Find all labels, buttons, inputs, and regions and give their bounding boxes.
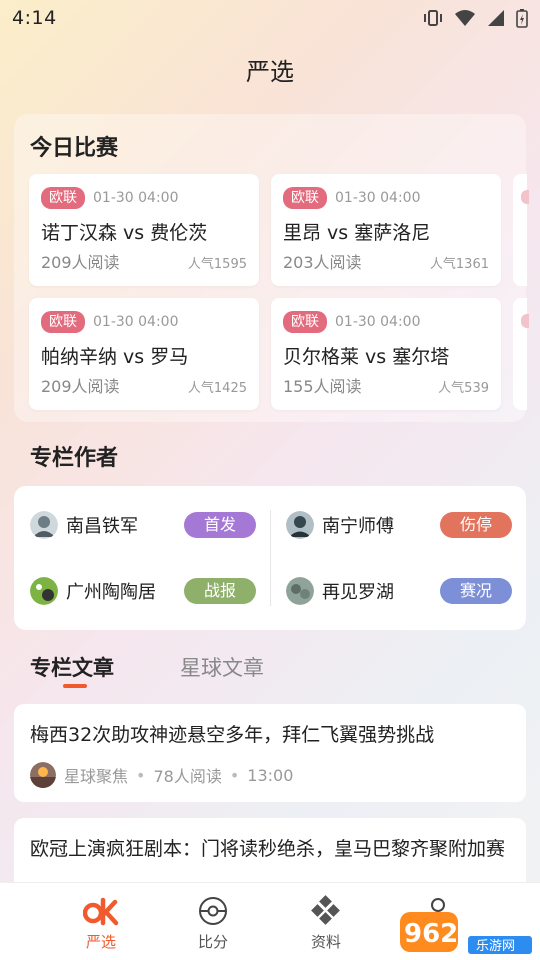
author-tag: 首发 xyxy=(184,512,256,538)
vibrate-icon xyxy=(424,10,442,26)
author-name: 广州陶陶居 xyxy=(66,582,156,603)
match-meta: 欧联 01-30 04:00 xyxy=(283,310,489,334)
match-popularity: 人气539 xyxy=(438,381,489,396)
watermark-logo: 962.NET 乐游网 xyxy=(400,912,532,954)
nav-label: 比分 xyxy=(197,933,228,951)
author-item[interactable]: 南宁师傅 伤停 xyxy=(286,511,512,539)
diamond-grid-icon xyxy=(281,895,371,927)
tab-active-indicator xyxy=(63,684,87,688)
avatar xyxy=(286,577,314,605)
match-footer: 209人阅读 人气1595 xyxy=(41,249,247,273)
article-time: 13:00 xyxy=(247,765,294,785)
author-name: 再见罗湖 xyxy=(322,582,394,603)
match-card[interactable]: 欧联 01-30 04:00 里昂 vs 塞萨洛尼 203人阅读 人气1361 xyxy=(271,174,501,286)
ok-logo-icon xyxy=(56,895,146,927)
article-meta: 星球聚焦 • 78人阅读 • 13:00 xyxy=(30,762,510,788)
match-footer: 203人阅读 人气1361 xyxy=(283,249,489,273)
nav-item-data[interactable]: 资料 xyxy=(281,895,371,952)
match-card[interactable]: 欧联 01-30 04:00 诺丁汉森 vs 费伦茨 209人阅读 人气1595 xyxy=(29,174,259,286)
author-item[interactable]: 广州陶陶居 战报 xyxy=(30,577,256,605)
match-time: 01-30 04:00 xyxy=(93,190,179,206)
article-author-avatar xyxy=(30,762,56,788)
wifi-icon xyxy=(455,10,475,26)
meta-separator: • xyxy=(229,765,240,785)
match-meta: 欧联 01-30 04:00 xyxy=(283,186,489,210)
nav-item-yanxuan[interactable]: 严选 xyxy=(56,895,146,952)
match-card-peek[interactable] xyxy=(513,174,529,286)
author-name: 南昌铁军 xyxy=(66,516,138,537)
status-time: 4:14 xyxy=(12,7,57,29)
page-title: 严选 xyxy=(246,58,294,86)
match-meta: 欧联 01-30 04:00 xyxy=(41,186,247,210)
match-footer: 155人阅读 人气539 xyxy=(283,373,489,397)
ball-icon xyxy=(168,895,258,927)
authors-panel: 南昌铁军 首发 南宁师傅 伤停 广州陶陶居 战报 再见罗湖 赛况 xyxy=(14,486,526,630)
match-time: 01-30 04:00 xyxy=(335,314,421,330)
tab-planet-articles[interactable]: 星球文章 xyxy=(180,652,264,682)
match-reads: 203人阅读 xyxy=(283,253,362,272)
match-card[interactable]: 欧联 01-30 04:00 贝尔格莱 vs 塞尔塔 155人阅读 人气539 xyxy=(271,298,501,410)
match-footer: 209人阅读 人气1425 xyxy=(41,373,247,397)
match-teams: 贝尔格莱 vs 塞尔塔 xyxy=(283,346,450,368)
match-card[interactable]: 欧联 01-30 04:00 帕纳辛纳 vs 罗马 209人阅读 人气1425 xyxy=(29,298,259,410)
nav-label: 资料 xyxy=(310,933,341,951)
avatar xyxy=(30,577,58,605)
match-popularity: 人气1425 xyxy=(187,381,247,396)
match-time: 01-30 04:00 xyxy=(93,314,179,330)
status-bar: 4:14 xyxy=(0,0,540,36)
author-item[interactable]: 再见罗湖 赛况 xyxy=(286,577,512,605)
author-item[interactable]: 南昌铁军 首发 xyxy=(30,511,256,539)
match-reads: 209人阅读 xyxy=(41,253,120,272)
watermark-subtext: 乐游网 xyxy=(476,939,515,954)
peek-badge xyxy=(521,314,529,328)
article-title: 梅西32次助攻神迹悬空多年，拜仁飞翼强势挑战 xyxy=(30,724,435,746)
authors-section-title: 专栏作者 xyxy=(30,446,119,471)
signal-icon xyxy=(488,10,504,26)
author-tag: 赛况 xyxy=(440,578,512,604)
match-teams: 里昂 vs 塞萨洛尼 xyxy=(283,222,431,244)
match-card-peek[interactable] xyxy=(513,298,529,410)
league-badge: 欧联 xyxy=(41,187,85,209)
article-author: 星球聚焦 xyxy=(64,767,129,786)
nav-item-scores[interactable]: 比分 xyxy=(168,895,258,952)
meta-separator: • xyxy=(136,765,146,785)
league-badge: 欧联 xyxy=(41,311,85,333)
battery-icon xyxy=(516,9,528,28)
match-teams: 帕纳辛纳 vs 罗马 xyxy=(41,346,189,368)
match-reads: 155人阅读 xyxy=(283,377,362,396)
league-badge: 欧联 xyxy=(283,311,327,333)
match-popularity: 人气1595 xyxy=(187,257,247,272)
status-icons xyxy=(422,8,528,28)
article-title: 欧冠上演疯狂剧本：门将读秒绝杀，皇马巴黎齐聚附加赛 xyxy=(30,838,506,860)
peek-badge xyxy=(521,190,529,204)
divider xyxy=(270,510,271,606)
match-popularity: 人气1361 xyxy=(429,257,489,272)
match-time: 01-30 04:00 xyxy=(335,190,421,206)
nav-label: 严选 xyxy=(85,933,116,951)
match-meta: 欧联 01-30 04:00 xyxy=(41,310,247,334)
author-name: 南宁师傅 xyxy=(322,516,394,537)
avatar xyxy=(30,511,58,539)
article-reads: 78人阅读 xyxy=(153,767,222,786)
avatar xyxy=(286,511,314,539)
match-teams: 诺丁汉森 vs 费伦茨 xyxy=(41,222,208,244)
tab-column-articles[interactable]: 专栏文章 xyxy=(30,652,114,682)
league-badge: 欧联 xyxy=(283,187,327,209)
matches-section-title: 今日比赛 xyxy=(30,136,119,161)
author-tag: 战报 xyxy=(184,578,256,604)
article-card[interactable]: 梅西32次助攻神迹悬空多年，拜仁飞翼强势挑战 星球聚焦 • 78人阅读 • 13… xyxy=(14,704,526,802)
match-reads: 209人阅读 xyxy=(41,377,120,396)
author-tag: 伤停 xyxy=(440,512,512,538)
